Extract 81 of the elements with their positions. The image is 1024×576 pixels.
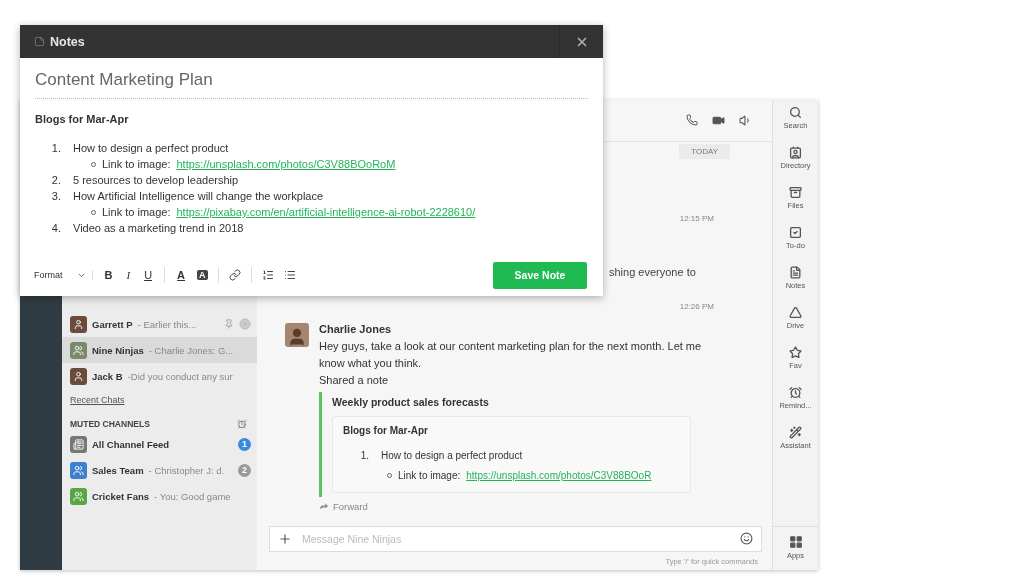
channel-name: Cricket Fans	[92, 490, 150, 502]
highlight-button[interactable]: A	[197, 270, 208, 280]
list-item: How to design a perfect product	[73, 141, 229, 156]
message-input[interactable]: Message Nine Ninjas	[269, 525, 762, 552]
search-icon	[789, 106, 802, 119]
channel-preview: - You: Good game	[154, 490, 231, 502]
group-avatar-icon	[70, 461, 87, 479]
link-label: Link to image:	[398, 468, 461, 483]
dialog-title: Notes	[50, 34, 86, 49]
chat-name: Jack B	[92, 370, 123, 382]
avatar	[285, 322, 309, 347]
message-field[interactable]: Message Nine Ninjas	[300, 531, 732, 546]
chat-item[interactable]: Jack B -Did you conduct any sur	[62, 363, 257, 389]
list-item: How to design a perfect product	[381, 448, 523, 463]
group-avatar-icon	[70, 487, 87, 505]
underline-button[interactable]: U	[142, 269, 155, 281]
note-title: Content Marketing Plan	[35, 70, 588, 99]
group-avatar-icon	[70, 341, 87, 359]
contact-card-icon	[789, 146, 802, 159]
numbered-list-icon[interactable]	[261, 269, 274, 281]
section-title: MUTED CHANNELS	[70, 419, 150, 429]
note-heading: Blogs for Mar-Apr	[35, 113, 130, 125]
alarm-clock-icon	[789, 386, 802, 399]
unread-count: 1	[238, 437, 251, 451]
link-label: Link to image:	[102, 205, 171, 220]
person-avatar-icon	[70, 367, 87, 385]
bullet-list-icon[interactable]	[283, 269, 296, 281]
phone-icon[interactable]	[686, 114, 698, 127]
chat-name: Garrett P	[92, 318, 133, 330]
chat-item[interactable]: Nine Ninjas - Charlie Jones: G...	[62, 337, 257, 363]
forward-icon	[319, 501, 329, 512]
note-icon	[34, 36, 45, 47]
message-text: Hey guys, take a look at our content marketing plan for the next month. Let me know what you think.	[319, 338, 703, 371]
list-number: 1.	[50, 141, 62, 156]
italic-button[interactable]: I	[124, 269, 133, 281]
document-icon	[789, 266, 802, 279]
channel-name: All Channel Feed	[92, 438, 170, 450]
list-number: 1.	[359, 448, 370, 463]
message-time: 12:26 PM	[679, 301, 714, 311]
emoji-icon[interactable]	[740, 532, 753, 546]
magic-wand-icon	[789, 426, 802, 439]
list-item: 5 resources to develop leadership	[73, 173, 239, 188]
checkbox-icon	[789, 226, 802, 239]
message-text: shing everyone to	[609, 265, 697, 278]
chat-preview: - Earlier this...	[137, 318, 197, 330]
channel-name: Sales Team	[92, 464, 144, 476]
format-dropdown[interactable]: Format	[34, 270, 93, 280]
plus-icon[interactable]	[278, 531, 292, 546]
note-heading: Blogs for Mar-Apr	[343, 424, 429, 436]
list-number: 4.	[50, 221, 62, 236]
list-number: 2.	[50, 173, 62, 188]
shared-label: Shared a note	[319, 373, 390, 386]
list-item: How Artificial Intelligence will change the workplace	[73, 189, 324, 204]
channel-item[interactable]: Cricket Fans - You: Good game	[62, 483, 257, 509]
link-label: Link to image:	[102, 157, 171, 172]
channel-item[interactable]: Sales Team - Christopher J: d. 2	[62, 457, 257, 483]
chat-name: Nine Ninjas	[92, 344, 144, 356]
channel-preview: - Christopher J: d.	[148, 464, 225, 476]
date-label: TODAY	[679, 143, 730, 159]
speaker-icon[interactable]	[739, 113, 752, 127]
star-icon	[789, 346, 802, 359]
chat-preview: - Charlie Jones: G...	[148, 344, 234, 356]
bold-button[interactable]: B	[102, 269, 115, 281]
box-icon	[789, 186, 802, 199]
recent-chats-link[interactable]: Recent Chats	[62, 389, 257, 415]
triangle-icon	[789, 306, 802, 319]
person-avatar-icon	[70, 315, 87, 333]
text-color-button[interactable]: A	[175, 269, 188, 281]
feed-icon	[70, 435, 87, 453]
clock-icon[interactable]	[237, 419, 247, 429]
link-icon[interactable]	[228, 269, 241, 281]
forward-button[interactable]: Forward	[319, 500, 709, 512]
unread-count: 2	[238, 463, 251, 477]
list-item: Video as a marketing trend in 2018	[73, 221, 244, 236]
message-time: 12:15 PM	[679, 213, 714, 223]
note-title: Weekly product sales forecasts	[332, 395, 490, 408]
list-number: 3.	[50, 189, 62, 204]
chat-preview: -Did you conduct any sur	[127, 370, 233, 382]
grid-icon	[788, 535, 803, 549]
author-name: Charlie Jones	[319, 322, 393, 335]
channel-item[interactable]: All Channel Feed 1	[62, 431, 257, 457]
